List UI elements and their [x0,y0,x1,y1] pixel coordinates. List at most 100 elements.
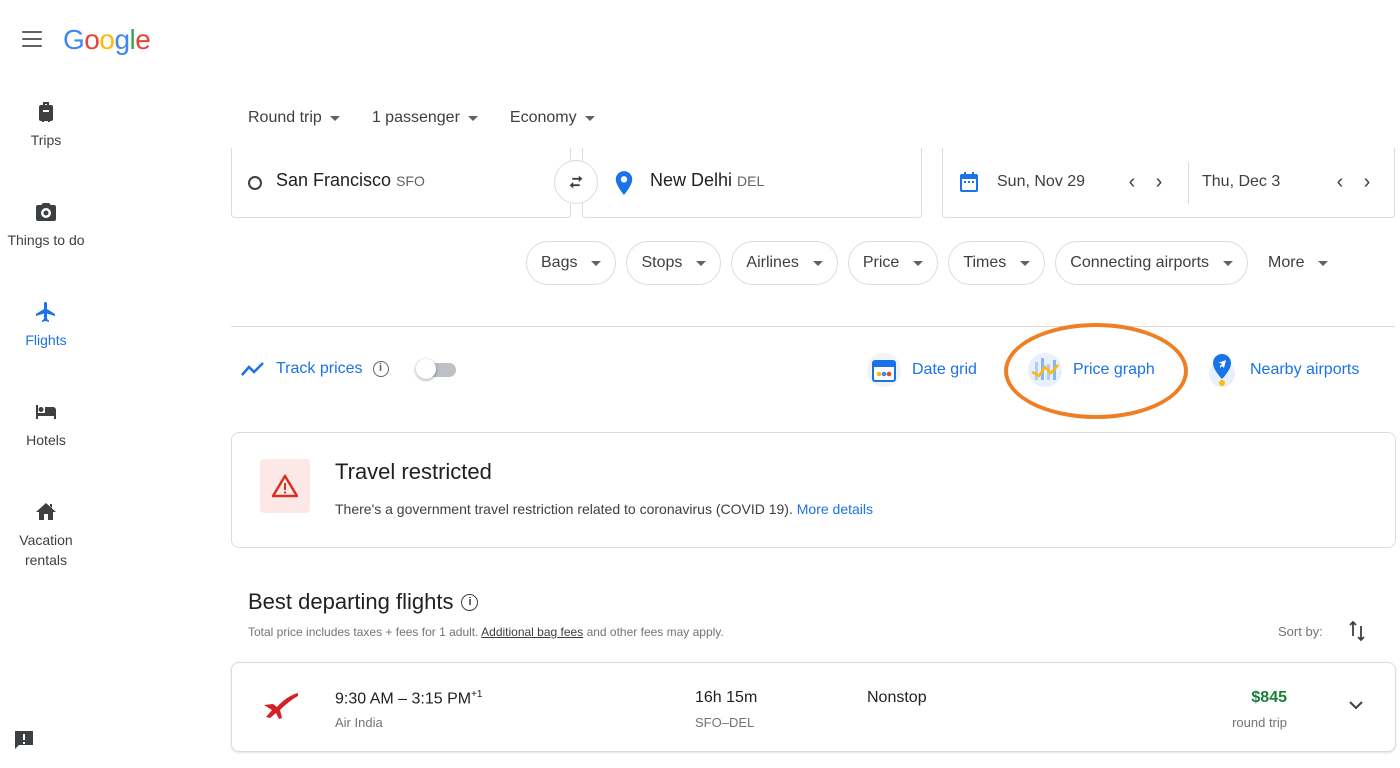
flight-times: 9:30 AM – 3:15 PM+1 [335,689,482,708]
origin-city: San Francisco [276,170,392,190]
restriction-text: There's a government travel restriction … [335,501,793,517]
trip-options: Round trip 1 passenger Economy [248,106,595,130]
logo-letter: o [84,24,100,55]
nearby-airports-label: Nearby airports [1250,361,1360,378]
filter-bags[interactable]: Bags [526,241,617,285]
filter-stops[interactable]: Stops [626,241,722,285]
return-next-button[interactable]: › [1356,170,1378,194]
date-grid-button[interactable]: Date grid [866,350,977,390]
return-date[interactable]: Thu, Dec 3 [1202,173,1280,191]
return-prev-button[interactable]: ‹ [1329,170,1351,194]
nearby-airports-button[interactable]: Nearby airports [1204,350,1359,390]
results-subtitle: Total price includes taxes + fees for 1 … [248,625,724,639]
more-details-link[interactable]: More details [797,501,873,517]
nav-item-trips[interactable]: Trips [0,100,92,150]
filter-times[interactable]: Times [948,241,1046,285]
nav-item-things-to-do[interactable]: Things to do [0,200,92,250]
sort-by-label[interactable]: Sort by: [1278,624,1323,639]
house-icon [36,503,56,520]
trip-type-label: Round trip [248,109,322,126]
calendar-icon [960,172,978,192]
location-pin-icon [615,171,633,195]
nav-label: Trips [30,132,62,148]
divider [231,326,1395,327]
passengers-label: 1 passenger [371,109,460,126]
date-grid-icon [867,353,901,387]
filter-price[interactable]: Price [847,241,939,285]
origin-field[interactable]: San Francisco SFO [231,148,571,218]
swap-arrows-icon [569,175,583,189]
date-divider [1188,162,1189,204]
price-graph-icon [1028,353,1062,387]
warning-badge [260,459,310,513]
subtitle-text: and other fees may apply. [586,625,724,639]
bed-icon [36,405,56,419]
nav-label: rentals [24,552,68,568]
chevron-down-icon[interactable] [1344,693,1368,717]
nav-item-flights[interactable]: Flights [0,300,92,350]
logo-letter: g [114,24,130,55]
departure-next-button[interactable]: › [1148,170,1170,194]
feedback-icon[interactable] [12,728,36,752]
sort-arrows-icon[interactable] [1348,620,1366,642]
track-prices[interactable]: Track prices i [240,356,389,382]
logo-letter: e [135,24,151,55]
times-text: 9:30 AM – 3:15 PM [335,690,472,708]
passengers-dropdown[interactable]: 1 passenger [372,106,478,130]
flight-price: $845 [1251,689,1287,706]
price-graph-label: Price graph [1073,361,1155,378]
caret-down-icon [584,115,595,121]
travel-restriction-card: Travel restricted There's a government t… [231,432,1396,548]
subtitle-text: Total price includes taxes + fees for 1 … [248,625,479,639]
results-heading: Best departing flights i [248,589,479,615]
departure-prev-button[interactable]: ‹ [1121,170,1143,194]
cabin-class-dropdown[interactable]: Economy [510,106,595,130]
trip-type-dropdown[interactable]: Round trip [248,106,340,130]
caret-down-icon [467,115,478,121]
nav-item-vacation-rentals[interactable]: Vacation rentals [0,500,92,570]
google-logo[interactable]: Google [63,24,151,56]
restriction-description: There's a government travel restriction … [335,501,873,517]
departure-date[interactable]: Sun, Nov 29 [997,173,1085,191]
camera-icon [36,203,56,221]
luggage-icon [39,102,53,122]
nav-item-hotels[interactable]: Hotels [0,400,92,450]
flight-stops: Nonstop [867,689,927,706]
filter-connecting-airports[interactable]: Connecting airports [1055,241,1249,285]
caret-down-icon [1318,260,1329,266]
bag-fees-link[interactable]: Additional bag fees [481,625,583,639]
chip-label: More [1268,254,1305,271]
airplane-icon [36,302,55,322]
flight-result-row[interactable]: 9:30 AM – 3:15 PM+1 Air India 16h 15m SF… [231,662,1396,752]
info-icon[interactable]: i [372,361,389,377]
chip-label: Times [963,254,1007,271]
chip-label: Stops [641,254,683,271]
swap-airports-button[interactable] [554,160,598,204]
caret-down-icon [812,260,823,266]
caret-down-icon [591,260,602,266]
destination-field[interactable]: New Delhi DEL [582,148,922,218]
origin-value: San Francisco SFO [276,170,425,191]
price-graph-button[interactable]: Price graph [1027,350,1155,390]
filter-more[interactable]: More [1258,241,1339,285]
info-icon[interactable]: i [461,593,479,611]
nav-label: Things to do [7,232,85,248]
caret-down-icon [696,260,707,266]
restriction-title: Travel restricted [335,459,492,484]
logo-letter: G [63,24,85,55]
destination-code: DEL [737,173,765,189]
destination-value: New Delhi DEL [650,170,764,191]
flight-route: SFO–DEL [695,715,755,730]
warning-triangle-icon [272,474,298,498]
chip-label: Airlines [746,254,799,271]
date-grid-label: Date grid [912,361,977,378]
airline-name: Air India [335,715,383,730]
nav-label: Flights [25,332,67,348]
results-title: Best departing flights [248,589,454,614]
filter-bar: Bags Stops Airlines Price Times Connecti… [526,241,1339,285]
track-prices-toggle[interactable] [416,359,456,379]
hamburger-menu-icon[interactable] [22,31,42,47]
date-field[interactable]: Sun, Nov 29 ‹ › Thu, Dec 3 ‹ › [942,148,1395,218]
chip-label: Bags [541,254,578,271]
filter-airlines[interactable]: Airlines [731,241,838,285]
